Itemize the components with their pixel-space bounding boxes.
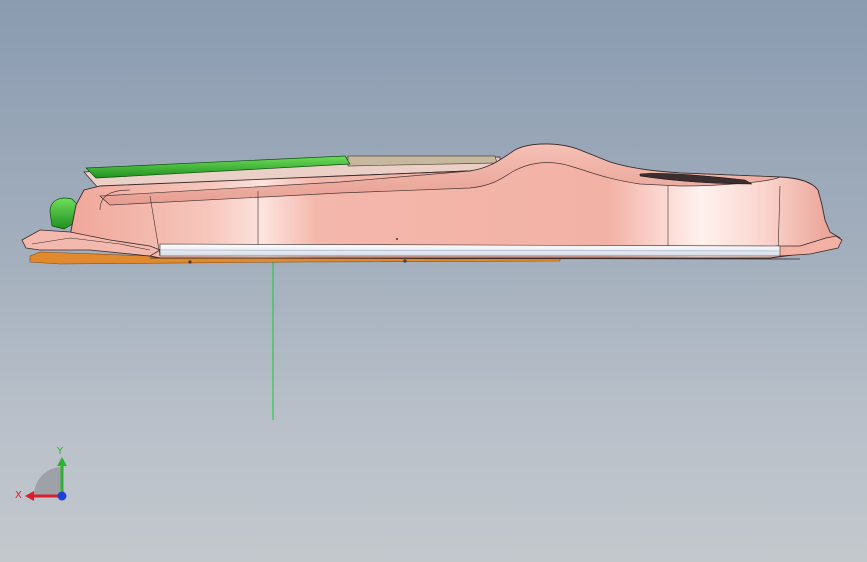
triad-shading [34, 467, 62, 495]
coordinate-triad: Y X [15, 446, 67, 501]
y-axis-label: Y [56, 446, 64, 457]
fastener-2 [403, 259, 407, 263]
y-arrow-head [57, 457, 67, 466]
3d-viewport[interactable]: Y X [0, 0, 867, 562]
cad-model-view[interactable] [0, 0, 867, 562]
fastener-3 [396, 238, 398, 240]
x-axis-label: X [15, 490, 22, 501]
fastener-1 [188, 260, 192, 264]
x-arrow-head [25, 491, 34, 501]
z-axis-dot [57, 491, 67, 501]
